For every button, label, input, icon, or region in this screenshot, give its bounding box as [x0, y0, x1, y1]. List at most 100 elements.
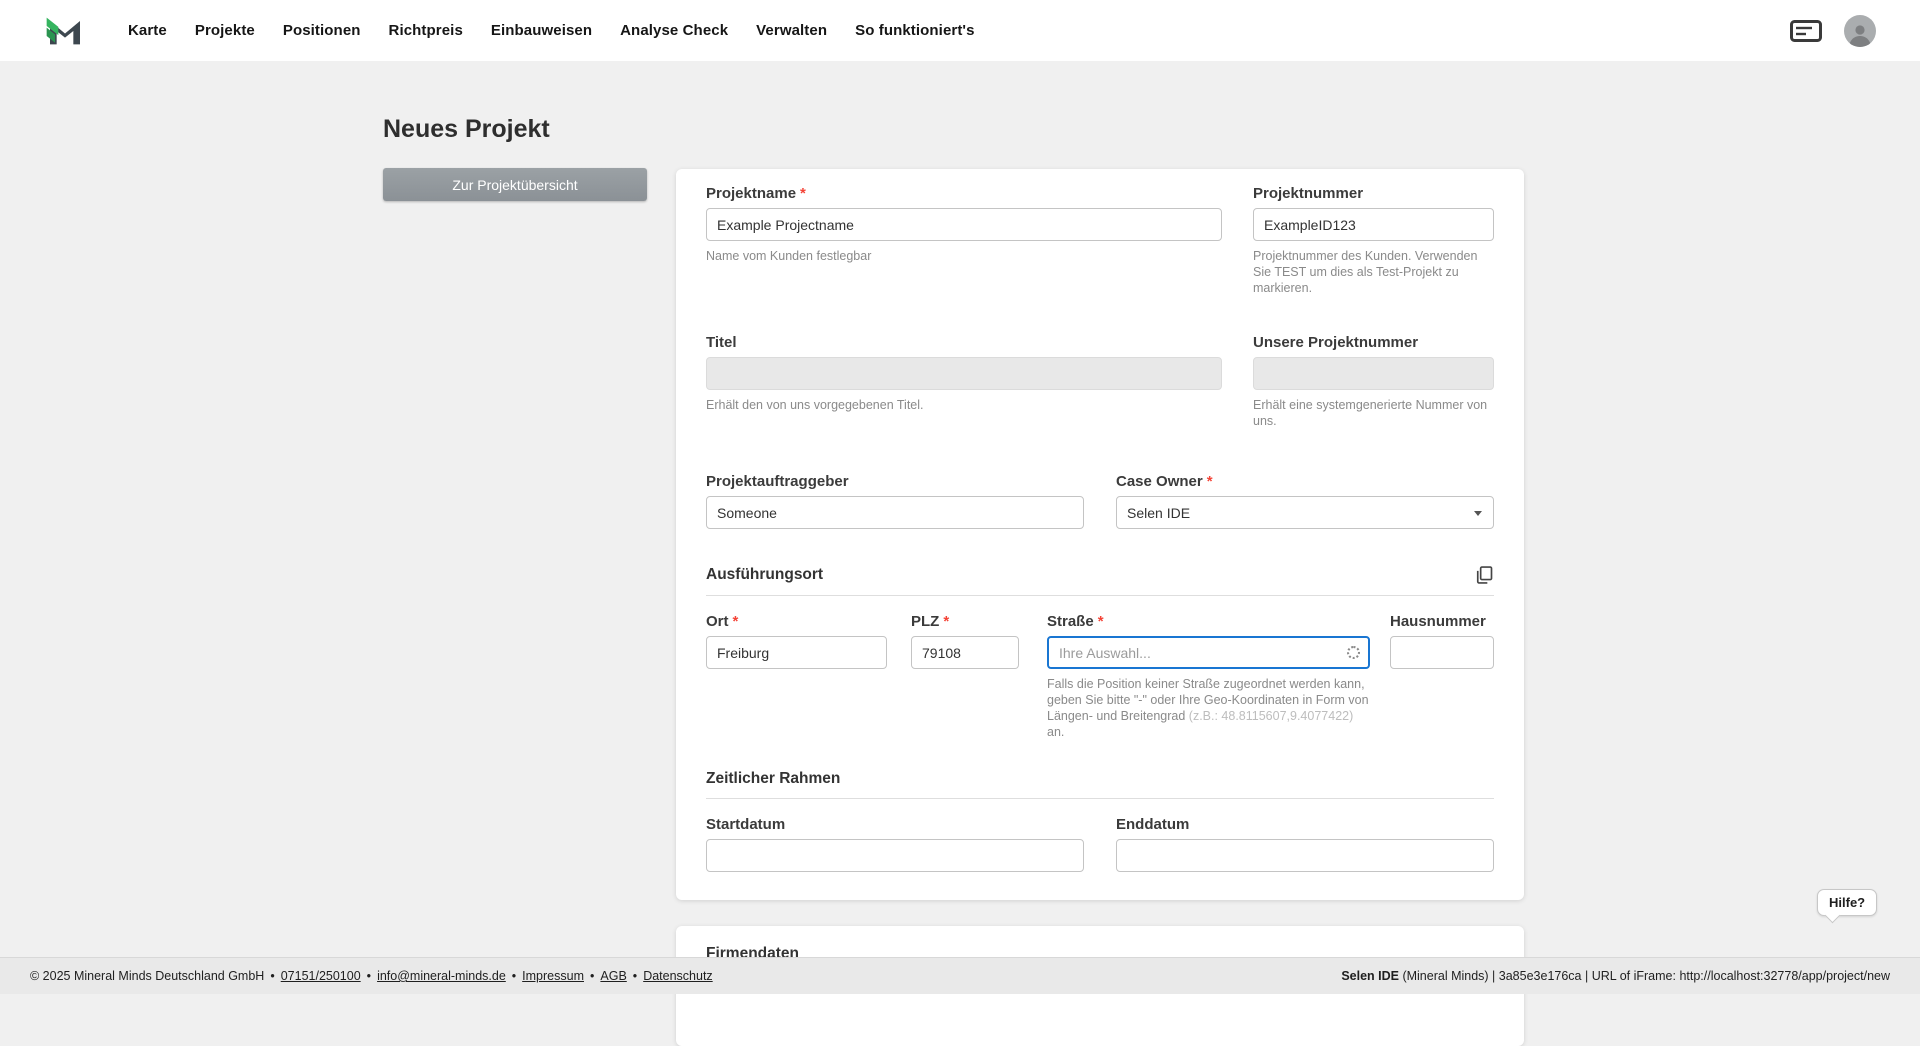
titel-input — [706, 357, 1222, 390]
nav-item-richtpreis[interactable]: Richtpreis — [389, 22, 463, 39]
enddatum-label: Enddatum — [1116, 816, 1494, 834]
projektname-helper: Name vom Kunden festlegbar — [706, 248, 1222, 264]
ort-label-text: Ort — [706, 613, 729, 630]
ort-input[interactable] — [706, 636, 887, 669]
nav-item-karte[interactable]: Karte — [128, 22, 167, 39]
footer-copyright: © 2025 Mineral Minds Deutschland GmbH — [30, 969, 264, 983]
titel-helper: Erhält den von uns vorgegebenen Titel. — [706, 397, 1222, 413]
field-projektauftraggeber: Projektauftraggeber — [706, 473, 1084, 529]
ort-label: Ort* — [706, 613, 887, 631]
footer-impressum-link[interactable]: Impressum — [522, 969, 584, 983]
projektname-label-text: Projektname — [706, 185, 796, 202]
strasse-helper: Falls die Position keiner Straße zugeord… — [1047, 676, 1370, 740]
hausnummer-input[interactable] — [1390, 636, 1494, 669]
projektnummer-label: Projektnummer — [1253, 185, 1494, 203]
ausfuehrungsort-heading: Ausführungsort — [706, 566, 823, 584]
field-startdatum: Startdatum — [706, 816, 1084, 872]
main-navigation: Karte Projekte Positionen Richtpreis Ein… — [128, 22, 975, 39]
footer-separator: • — [367, 969, 371, 983]
startdatum-label: Startdatum — [706, 816, 1084, 834]
projektnummer-label-text: Projektnummer — [1253, 185, 1363, 202]
content-area: Projektname* Name vom Kunden festlegbar … — [676, 169, 1524, 1046]
section-zeitlicher-rahmen: Zeitlicher Rahmen — [706, 770, 1494, 799]
case-owner-label-text: Case Owner — [1116, 473, 1203, 490]
case-owner-selected-value: Selen IDE — [1127, 505, 1190, 521]
plz-label: PLZ* — [911, 613, 1019, 631]
footer-left: © 2025 Mineral Minds Deutschland GmbH • … — [30, 969, 713, 983]
footer-phone-link[interactable]: 07151/250100 — [281, 969, 361, 983]
required-asterisk: * — [1098, 613, 1104, 630]
unsere-projektnummer-label: Unsere Projektnummer — [1253, 334, 1494, 352]
header-actions — [1790, 15, 1876, 47]
nav-item-so-funktionierts[interactable]: So funktioniert's — [855, 22, 974, 39]
field-strasse: Straße* Falls die Position keiner Straße… — [1047, 613, 1370, 740]
field-ort: Ort* — [706, 613, 887, 669]
projektnummer-input[interactable] — [1253, 208, 1494, 241]
nav-item-verwalten[interactable]: Verwalten — [756, 22, 827, 39]
required-asterisk: * — [800, 185, 806, 202]
field-case-owner: Case Owner* Selen IDE — [1116, 473, 1494, 529]
footer-user-name: Selen IDE — [1341, 969, 1399, 983]
footer-separator: • — [512, 969, 516, 983]
user-avatar-icon[interactable] — [1844, 15, 1876, 47]
new-project-form-card: Projektname* Name vom Kunden festlegbar … — [676, 169, 1524, 900]
required-asterisk: * — [1207, 473, 1213, 490]
projektname-label: Projektname* — [706, 185, 1222, 203]
enddatum-label-text: Enddatum — [1116, 816, 1189, 833]
required-asterisk: * — [733, 613, 739, 630]
strasse-label-text: Straße — [1047, 613, 1094, 630]
chevron-down-icon — [1474, 511, 1482, 516]
loading-spinner-icon — [1347, 646, 1360, 659]
footer-datenschutz-link[interactable]: Datenschutz — [643, 969, 712, 983]
case-owner-select[interactable]: Selen IDE — [1116, 496, 1494, 529]
footer-separator: • — [590, 969, 594, 983]
nav-item-einbauweisen[interactable]: Einbauweisen — [491, 22, 592, 39]
field-projektnummer: Projektnummer Projektnummer des Kunden. … — [1253, 185, 1494, 296]
footer-session-info: Selen IDE (Mineral Minds) | 3a85e3e176ca… — [1341, 969, 1890, 983]
server-icon[interactable] — [1790, 20, 1822, 42]
top-nav-bar: Karte Projekte Positionen Richtpreis Ein… — [0, 0, 1920, 61]
strasse-label: Straße* — [1047, 613, 1370, 631]
strasse-helper-suffix: an. — [1047, 725, 1064, 739]
plz-label-text: PLZ — [911, 613, 939, 630]
field-projektname: Projektname* Name vom Kunden festlegbar — [706, 185, 1222, 264]
strasse-helper-example: (z.B.: 48.8115607,9.4077422) — [1189, 709, 1353, 723]
page-title: Neues Projekt — [383, 115, 550, 144]
nav-item-analyse-check[interactable]: Analyse Check — [620, 22, 728, 39]
enddatum-input[interactable] — [1116, 839, 1494, 872]
startdatum-label-text: Startdatum — [706, 816, 785, 833]
strasse-input[interactable] — [1047, 636, 1370, 669]
footer-separator: • — [633, 969, 637, 983]
projektname-input[interactable] — [706, 208, 1222, 241]
plz-input[interactable] — [911, 636, 1019, 669]
field-unsere-projektnummer: Unsere Projektnummer Erhält eine systemg… — [1253, 334, 1494, 429]
footer-email-link[interactable]: info@mineral-minds.de — [377, 969, 506, 983]
back-to-project-overview-button[interactable]: Zur Projektübersicht — [383, 168, 647, 201]
footer: © 2025 Mineral Minds Deutschland GmbH • … — [0, 957, 1920, 994]
projektnummer-helper: Projektnummer des Kunden. Verwenden Sie … — [1253, 248, 1494, 296]
unsere-projektnummer-label-text: Unsere Projektnummer — [1253, 334, 1418, 351]
copy-icon[interactable] — [1474, 565, 1494, 585]
projektauftraggeber-label: Projektauftraggeber — [706, 473, 1084, 491]
required-asterisk: * — [943, 613, 949, 630]
nav-item-positionen[interactable]: Positionen — [283, 22, 361, 39]
startdatum-input[interactable] — [706, 839, 1084, 872]
unsere-projektnummer-helper: Erhält eine systemgenerierte Nummer von … — [1253, 397, 1494, 429]
footer-agb-link[interactable]: AGB — [600, 969, 626, 983]
zeitlicher-rahmen-heading: Zeitlicher Rahmen — [706, 770, 840, 788]
hausnummer-label-text: Hausnummer — [1390, 613, 1486, 630]
nav-item-projekte[interactable]: Projekte — [195, 22, 255, 39]
titel-label: Titel — [706, 334, 1222, 352]
projektauftraggeber-input[interactable] — [706, 496, 1084, 529]
help-button[interactable]: Hilfe? — [1817, 889, 1877, 916]
field-enddatum: Enddatum — [1116, 816, 1494, 872]
field-plz: PLZ* — [911, 613, 1019, 669]
field-hausnummer: Hausnummer — [1390, 613, 1494, 669]
footer-separator: • — [270, 969, 274, 983]
mineral-minds-logo-icon[interactable] — [44, 10, 86, 52]
unsere-projektnummer-input — [1253, 357, 1494, 390]
field-titel: Titel Erhält den von uns vorgegebenen Ti… — [706, 334, 1222, 413]
section-divider — [706, 595, 1494, 596]
hausnummer-label: Hausnummer — [1390, 613, 1494, 631]
footer-session-details: (Mineral Minds) | 3a85e3e176ca | URL of … — [1399, 969, 1890, 983]
